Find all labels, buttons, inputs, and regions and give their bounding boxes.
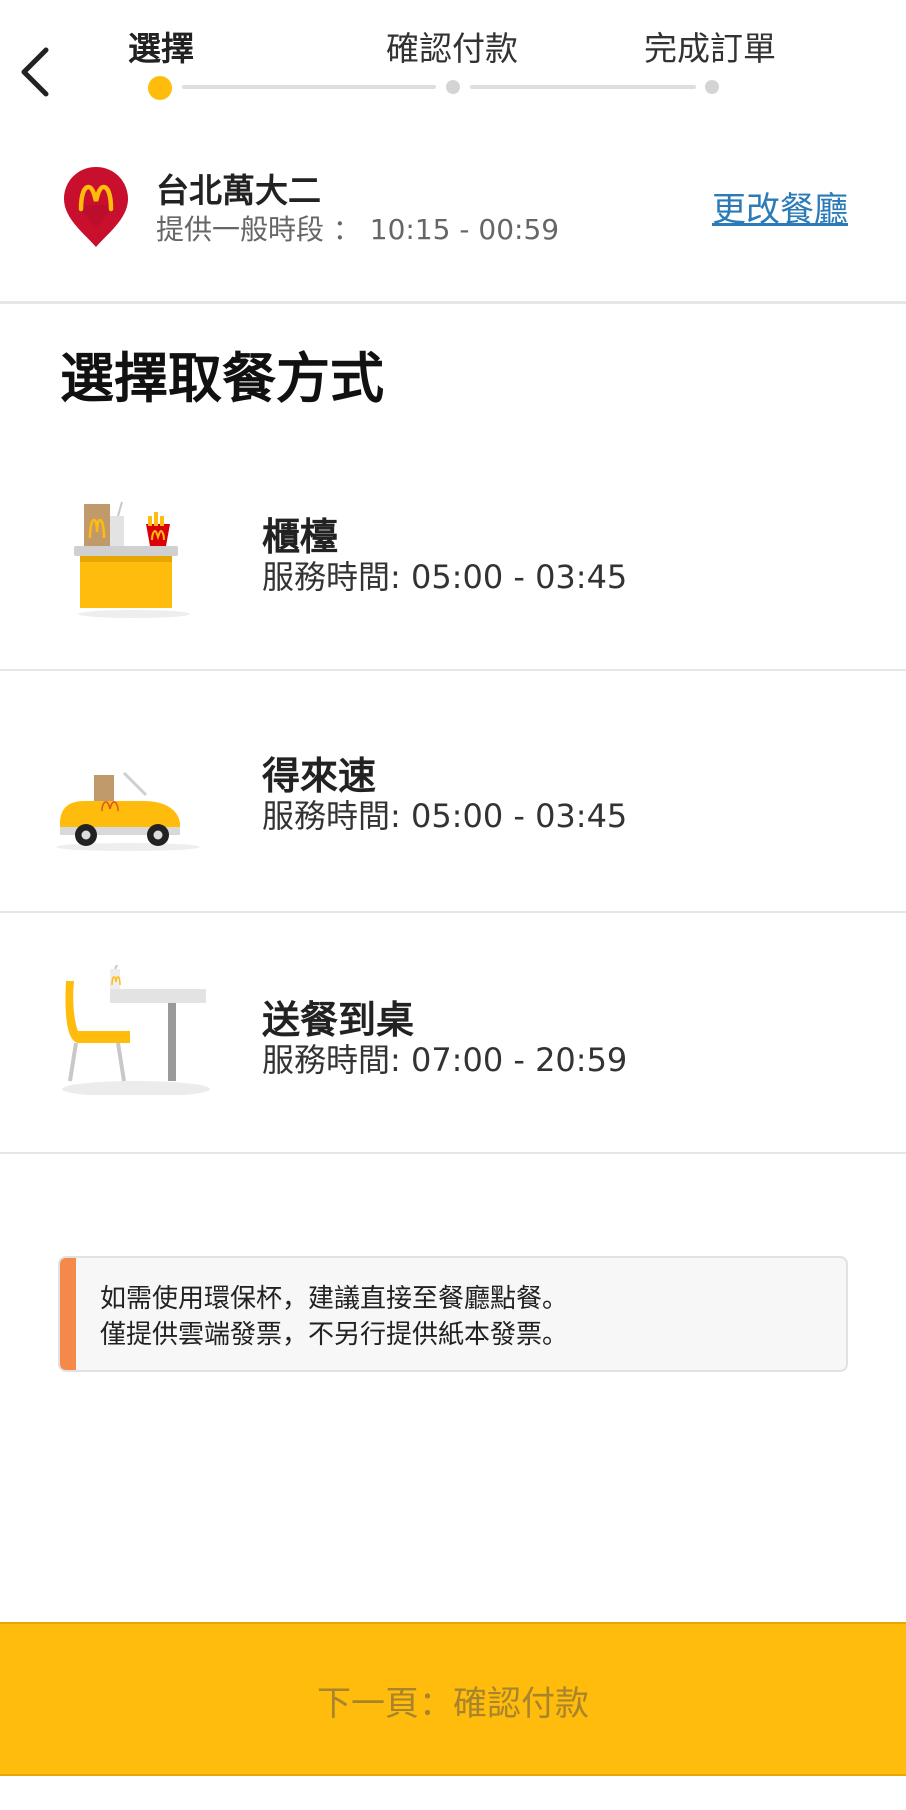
mcdonalds-location-pin-icon — [64, 167, 128, 247]
chevron-left-icon — [21, 47, 49, 97]
drive-thru-car-icon — [56, 771, 200, 851]
back-button[interactable] — [14, 44, 60, 100]
step-dot-active — [148, 76, 172, 100]
restaurant-hours: 提供一般時段 ： 10:15 - 00:59 — [156, 213, 560, 246]
divider — [0, 1152, 906, 1154]
restaurant-info: 台北萬大二 提供一般時段 ： 10:15 - 00:59 更改餐廳 — [0, 150, 906, 300]
step-label-confirm-payment: 確認付款 — [386, 29, 518, 68]
notice-accent-bar — [60, 1258, 76, 1370]
notice-line: 僅提供雲端發票，不另行提供紙本發票。 — [100, 1320, 569, 1350]
pickup-option-time: 服務時間: 05:00 - 03:45 — [262, 558, 628, 596]
restaurant-name: 台北萬大二 — [156, 171, 321, 210]
step-dot — [446, 80, 460, 94]
page-title: 選擇取餐方式 — [60, 347, 384, 410]
divider — [0, 301, 906, 304]
pickup-option-time: 服務時間: 07:00 - 20:59 — [262, 1041, 628, 1079]
step-dot — [705, 80, 719, 94]
counter-icon — [74, 501, 190, 618]
step-label-select: 選擇 — [128, 29, 194, 68]
step-connector — [182, 85, 436, 89]
pickup-option-table-service[interactable]: 送餐到桌 服務時間: 07:00 - 20:59 — [0, 913, 906, 1151]
next-page-button[interactable]: 下一頁：確認付款 — [0, 1622, 906, 1776]
step-connector — [470, 85, 696, 89]
pickup-option-drive-thru[interactable]: 得來速 服務時間: 05:00 - 03:45 — [0, 671, 906, 909]
change-restaurant-link[interactable]: 更改餐廳 — [712, 182, 848, 231]
pickup-option-counter[interactable]: 櫃檯 服務時間: 05:00 - 03:45 — [0, 434, 906, 672]
table-service-icon — [62, 965, 210, 1095]
pickup-option-time: 服務時間: 05:00 - 03:45 — [262, 797, 628, 835]
next-page-button-label: 下一頁：確認付款 — [317, 1684, 589, 1724]
progress-stepper: 選擇 確認付款 完成訂單 — [0, 0, 906, 120]
notice-box: 如需使用環保杯，建議直接至餐廳點餐。 僅提供雲端發票，不另行提供紙本發票。 — [58, 1256, 848, 1372]
notice-line: 如需使用環保杯，建議直接至餐廳點餐。 — [100, 1284, 569, 1314]
step-label-order-complete: 完成訂單 — [644, 29, 776, 68]
